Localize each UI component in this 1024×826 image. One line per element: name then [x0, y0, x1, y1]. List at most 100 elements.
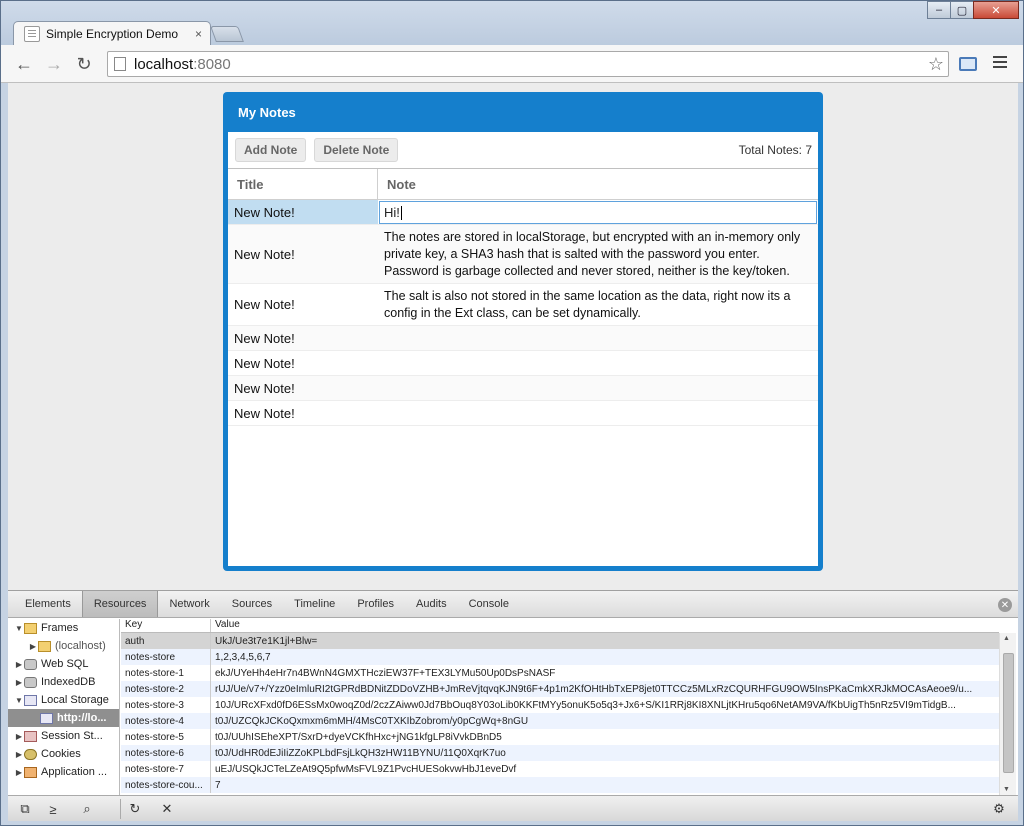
- refresh-icon[interactable]: ↻: [126, 801, 144, 817]
- note-body-cell[interactable]: [378, 376, 818, 400]
- tree-item-label: IndexedDB: [41, 676, 96, 688]
- tree-item-cookies[interactable]: ▶ Cookies: [8, 745, 119, 763]
- delete-icon[interactable]: ✕: [158, 801, 176, 817]
- tree-item-web-sql[interactable]: ▶ Web SQL: [8, 655, 119, 673]
- note-body-cell[interactable]: [378, 351, 818, 375]
- title-bar: – ▢ ✕ Simple Encryption Demo ×: [1, 1, 1023, 46]
- bookmark-star-icon[interactable]: ☆: [928, 54, 944, 75]
- add-note-button[interactable]: Add Note: [235, 138, 307, 162]
- delete-note-button[interactable]: Delete Note: [314, 138, 399, 162]
- devtools-tabs: Elements Resources Network Sources Timel…: [8, 591, 1018, 618]
- tree-item-local-storage[interactable]: ▼ Local Storage: [8, 691, 119, 709]
- column-header-title[interactable]: Title: [228, 169, 378, 199]
- note-title-cell[interactable]: New Note!: [228, 284, 378, 325]
- close-window-button[interactable]: ✕: [973, 1, 1019, 19]
- scroll-up-icon[interactable]: ▲: [1003, 635, 1010, 642]
- storage-value: t0J/UZCQkJCKoQxmxm6mMH/4MsC0TXKIbZobrom/…: [215, 715, 529, 727]
- note-edit-field[interactable]: Hi!: [379, 201, 817, 224]
- grid-row[interactable]: New Note! Hi!: [228, 200, 818, 225]
- dock-icon[interactable]: ⧉: [16, 801, 34, 817]
- table-row[interactable]: auth UkJ/Ue3t7e1K1jl+Blw=: [121, 633, 999, 649]
- grid-row[interactable]: New Note!: [228, 401, 818, 426]
- table-row[interactable]: notes-store-6 t0J/UdHR0dEJiIiZZoKPLbdFsjL…: [121, 745, 999, 761]
- console-drawer-icon[interactable]: ≥: [44, 801, 62, 817]
- extension-icon[interactable]: [959, 57, 977, 71]
- close-tab-icon[interactable]: ×: [195, 27, 202, 41]
- tab-audits[interactable]: Audits: [405, 591, 458, 617]
- new-tab-button[interactable]: [210, 26, 244, 42]
- browser-tab-active[interactable]: Simple Encryption Demo ×: [13, 21, 211, 46]
- storage-value: 10J/URcXFxd0fD6ESsMx0woqZ0d/2czZAiww0Jd7…: [215, 699, 956, 711]
- tree-item-indexeddb[interactable]: ▶ IndexedDB: [8, 673, 119, 691]
- expand-arrow-icon[interactable]: ▶: [14, 768, 24, 777]
- storage-value: t0J/UUhISEheXPT/SxrD+dyeVCKfhHxc+jNG1kfg…: [215, 731, 502, 743]
- grid-row[interactable]: New Note!: [228, 326, 818, 351]
- url-host: localhost: [134, 55, 194, 73]
- note-title-cell[interactable]: New Note!: [228, 351, 378, 375]
- tree-item-label: Web SQL: [41, 658, 89, 670]
- table-row[interactable]: notes-store-1 ekJ/UYeHh4eHr7n4BWnN4GMXTHc…: [121, 665, 999, 681]
- note-title-cell[interactable]: New Note!: [228, 326, 378, 350]
- expand-arrow-icon[interactable]: ▶: [28, 642, 38, 651]
- tab-sources[interactable]: Sources: [221, 591, 283, 617]
- note-title-cell[interactable]: New Note!: [228, 401, 378, 425]
- grid-row[interactable]: New Note! The salt is also not stored in…: [228, 284, 818, 326]
- expand-arrow-icon[interactable]: ▼: [14, 624, 24, 633]
- page-viewport: My Notes Add Note Delete Note Total Note…: [8, 83, 1018, 590]
- tree-item-session-storage[interactable]: ▶ Session St...: [8, 727, 119, 745]
- tree-item-localhost-frame[interactable]: ▶ (localhost): [8, 637, 119, 655]
- scroll-down-icon[interactable]: ▼: [1003, 786, 1010, 793]
- reload-icon[interactable]: ↻: [73, 53, 95, 75]
- grid-row[interactable]: New Note!: [228, 376, 818, 401]
- table-row[interactable]: notes-store-7 uEJ/USQkJCTeLZeAt9Q5pfwMsFV…: [121, 761, 999, 777]
- storage-key: notes-store-6: [121, 745, 211, 761]
- expand-arrow-icon[interactable]: ▶: [14, 750, 24, 759]
- forward-icon[interactable]: →: [43, 53, 65, 75]
- minimize-button[interactable]: –: [927, 1, 951, 19]
- note-body-cell[interactable]: The notes are stored in localStorage, bu…: [378, 225, 818, 283]
- close-devtools-icon[interactable]: ✕: [998, 598, 1012, 612]
- search-icon[interactable]: ⌕: [78, 801, 96, 817]
- text-caret: [400, 205, 402, 220]
- tab-network[interactable]: Network: [158, 591, 220, 617]
- expand-arrow-icon[interactable]: ▶: [14, 732, 24, 741]
- note-body-cell[interactable]: [378, 401, 818, 425]
- tree-item-label: Frames: [41, 622, 79, 634]
- note-title-cell[interactable]: New Note!: [228, 200, 378, 224]
- tab-profiles[interactable]: Profiles: [346, 591, 405, 617]
- tree-item-localhost-storage[interactable]: http://lo...: [8, 709, 119, 727]
- back-icon[interactable]: ←: [13, 53, 35, 75]
- note-title-cell[interactable]: New Note!: [228, 376, 378, 400]
- column-header-note[interactable]: Note: [378, 169, 818, 199]
- tab-timeline[interactable]: Timeline: [283, 591, 346, 617]
- table-row[interactable]: notes-store-2 rUJ/Ue/v7+/Yzz0eImluRI2tGPR…: [121, 681, 999, 697]
- note-title-cell[interactable]: New Note!: [228, 225, 378, 283]
- address-bar[interactable]: localhost:8080 ☆: [107, 51, 949, 77]
- column-header-value[interactable]: Value: [211, 619, 999, 632]
- tree-item-application-cache[interactable]: ▶ Application ...: [8, 763, 119, 781]
- expand-arrow-icon[interactable]: ▶: [14, 678, 24, 687]
- menu-icon[interactable]: [993, 56, 1007, 68]
- expand-arrow-icon[interactable]: ▶: [14, 660, 24, 669]
- tab-resources[interactable]: Resources: [81, 591, 159, 617]
- tab-elements[interactable]: Elements: [14, 591, 82, 617]
- note-body-cell[interactable]: The salt is also not stored in the same …: [378, 284, 818, 325]
- table-row[interactable]: notes-store 1,2,3,4,5,6,7: [121, 649, 999, 665]
- grid-row[interactable]: New Note!: [228, 351, 818, 376]
- settings-gear-icon[interactable]: ⚙: [990, 801, 1008, 817]
- scrollbar-thumb[interactable]: [1003, 653, 1014, 773]
- expand-arrow-icon[interactable]: ▼: [14, 696, 24, 705]
- table-row[interactable]: notes-store-cou... 7: [121, 777, 999, 793]
- tree-item-frames[interactable]: ▼ Frames: [8, 619, 119, 637]
- maximize-button[interactable]: ▢: [950, 1, 974, 19]
- column-header-key[interactable]: Key: [121, 619, 211, 632]
- table-row[interactable]: notes-store-5 t0J/UUhISEheXPT/SxrD+dyeVCK…: [121, 729, 999, 745]
- storage-value: uEJ/USQkJCTeLZeAt9Q5pfwMsFVL9Z1PvcHUESok…: [215, 763, 517, 775]
- table-scrollbar[interactable]: ▲ ▼: [999, 633, 1016, 795]
- notes-toolbar: Add Note Delete Note Total Notes: 7: [228, 132, 818, 169]
- grid-row[interactable]: New Note! The notes are stored in localS…: [228, 225, 818, 284]
- table-row[interactable]: notes-store-3 10J/URcXFxd0fD6ESsMx0woqZ0d…: [121, 697, 999, 713]
- note-body-cell[interactable]: [378, 326, 818, 350]
- table-row[interactable]: notes-store-4 t0J/UZCQkJCKoQxmxm6mMH/4MsC…: [121, 713, 999, 729]
- tab-console[interactable]: Console: [458, 591, 520, 617]
